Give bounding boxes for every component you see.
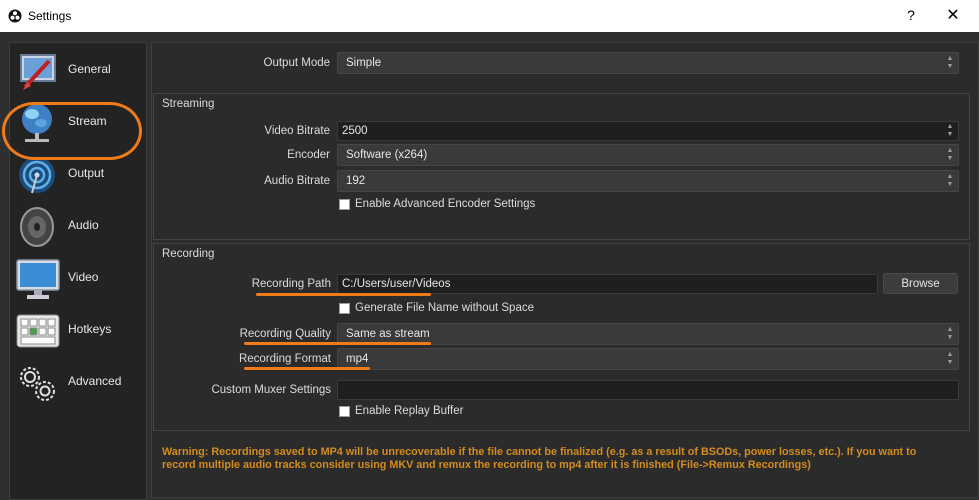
- checkbox-box[interactable]: [339, 405, 350, 417]
- chevron-updown-icon: ▲ ▼: [946, 55, 954, 70]
- recording-group-title: Recording: [162, 248, 215, 260]
- advanced-encoder-checkbox[interactable]: Enable Advanced Encoder Settings: [339, 198, 535, 210]
- checkbox-box[interactable]: [339, 198, 350, 210]
- audio-bitrate-label: Audio Bitrate: [264, 175, 330, 187]
- title-bar: Settings ? ✕: [0, 0, 979, 32]
- speaker-icon: [20, 207, 54, 247]
- sidebar-item-general[interactable]: General: [10, 45, 146, 97]
- replay-buffer-checkbox[interactable]: Enable Replay Buffer: [339, 405, 463, 417]
- mp4-warning-text: Warning: Recordings saved to MP4 will be…: [162, 446, 917, 471]
- recording-format-select[interactable]: mp4 ▲ ▼: [337, 348, 959, 370]
- recording-path-underline-annotation: [256, 293, 431, 296]
- audio-bitrate-value: 192: [346, 175, 366, 187]
- video-bitrate-value: 2500: [342, 125, 368, 137]
- encoder-label: Encoder: [287, 149, 330, 161]
- replay-buffer-label: Enable Replay Buffer: [355, 405, 464, 417]
- encoder-value: Software (x264): [346, 149, 428, 161]
- recording-path-value: C:/Users/user/Videos: [342, 278, 451, 290]
- recording-format-label: Recording Format: [238, 353, 331, 365]
- chevron-updown-icon: ▲ ▼: [946, 326, 954, 341]
- recording-quality-value: Same as stream: [346, 328, 430, 340]
- spin-arrows-icon[interactable]: ▲ ▼: [944, 123, 956, 139]
- recording-quality-label: Recording Quality: [239, 328, 331, 340]
- monitor-icon: [16, 259, 60, 299]
- close-button[interactable]: ✕: [944, 5, 962, 25]
- output-mode-value: Simple: [346, 57, 382, 69]
- streaming-group-title: Streaming: [162, 98, 215, 110]
- recording-path-input[interactable]: C:/Users/user/Videos: [337, 274, 878, 294]
- output-mode-label: Output Mode: [263, 57, 330, 69]
- chevron-updown-icon: ▲ ▼: [946, 147, 954, 162]
- sidebar-item-video[interactable]: Video: [10, 253, 146, 305]
- sidebar-item-advanced[interactable]: Advanced: [10, 357, 146, 409]
- chevron-updown-icon: ▲ ▼: [946, 173, 954, 188]
- sidebar-item-label: Audio: [68, 218, 99, 232]
- encoder-select[interactable]: Software (x264) ▲ ▼: [337, 144, 959, 166]
- streaming-group: Streaming: [153, 93, 970, 240]
- obs-logo-icon: [8, 9, 22, 23]
- recording-quality-underline-annotation: [244, 342, 431, 345]
- sidebar-item-label: Video: [68, 270, 99, 284]
- sidebar-item-hotkeys[interactable]: Hotkeys: [10, 305, 146, 357]
- recording-format-value: mp4: [346, 353, 369, 365]
- keyboard-icon: [16, 314, 60, 348]
- window-title: Settings: [28, 9, 72, 23]
- sidebar-item-label: Output: [68, 166, 105, 180]
- sidebar-item-label: Advanced: [68, 374, 122, 388]
- output-highlight-annotation: [2, 102, 142, 160]
- sidebar-item-label: Hotkeys: [68, 322, 112, 336]
- browse-button[interactable]: Browse: [883, 273, 958, 294]
- filename-no-space-label: Generate File Name without Space: [355, 302, 534, 314]
- checkbox-box[interactable]: [339, 302, 350, 314]
- audio-bitrate-select[interactable]: 192 ▲ ▼: [337, 170, 959, 192]
- sidebar-item-label: General: [68, 62, 111, 76]
- advanced-encoder-label: Enable Advanced Encoder Settings: [355, 198, 536, 210]
- sidebar-item-audio[interactable]: Audio: [10, 201, 146, 253]
- recording-format-underline-annotation: [244, 367, 370, 370]
- general-icon: [20, 54, 56, 90]
- recording-path-label: Recording Path: [251, 278, 331, 290]
- gears-icon: [20, 367, 55, 401]
- custom-muxer-label: Custom Muxer Settings: [211, 384, 331, 396]
- custom-muxer-input[interactable]: [337, 380, 959, 400]
- filename-no-space-checkbox[interactable]: Generate File Name without Space: [339, 302, 534, 314]
- help-button[interactable]: ?: [904, 7, 918, 23]
- chevron-updown-icon: ▲ ▼: [946, 351, 954, 366]
- output-mode-select[interactable]: Simple ▲ ▼: [337, 52, 959, 74]
- video-bitrate-spinbox[interactable]: 2500 ▲ ▼: [337, 121, 959, 141]
- video-bitrate-label: Video Bitrate: [264, 125, 330, 137]
